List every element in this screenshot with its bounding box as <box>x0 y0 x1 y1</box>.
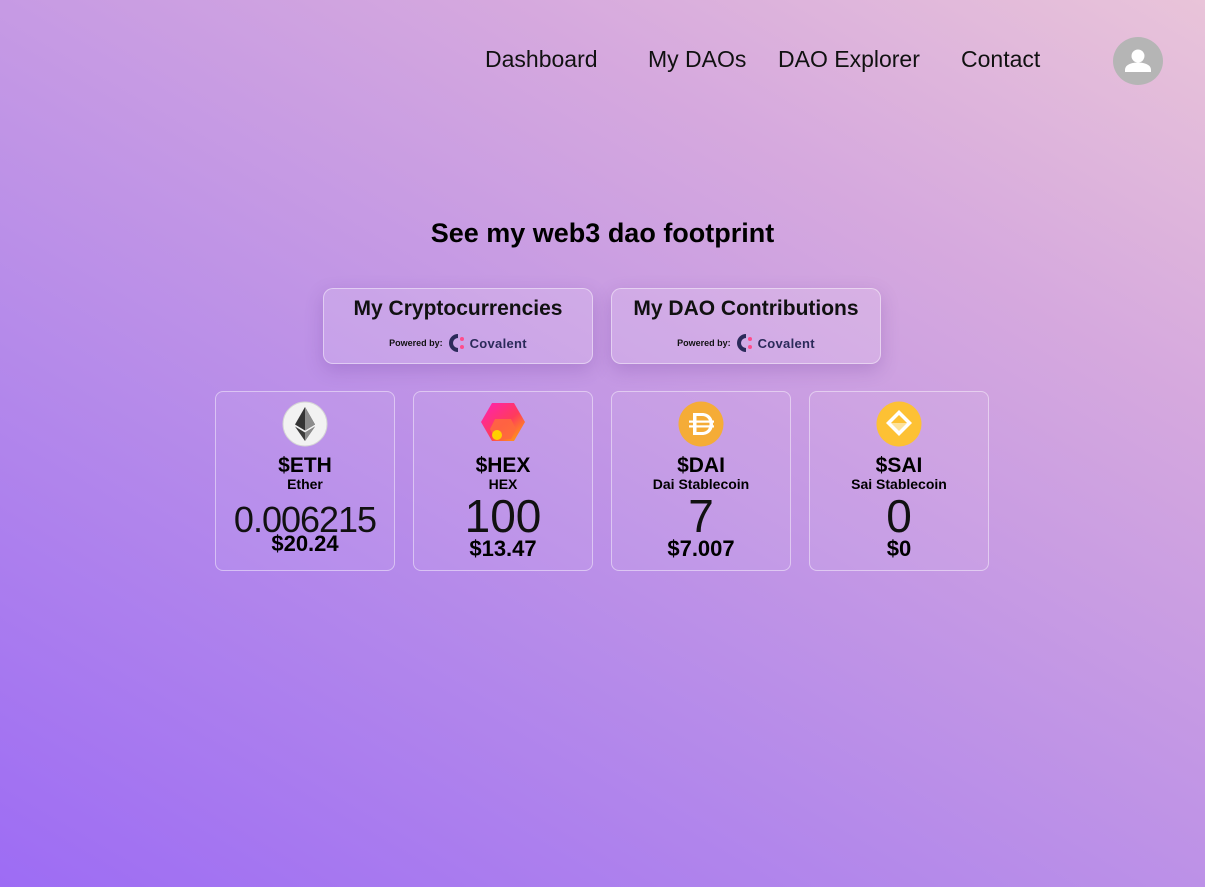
token-usd-value: $7.007 <box>667 536 735 561</box>
dai-icon <box>678 401 724 447</box>
covalent-wordmark: Covalent <box>469 335 527 351</box>
covalent-logo-icon <box>448 334 464 352</box>
token-symbol: $DAI <box>677 454 725 477</box>
token-card-hex[interactable]: $HEX HEX 100 $13.47 <box>413 391 593 571</box>
tab-title: My Cryptocurrencies <box>353 297 563 320</box>
token-symbol: $HEX <box>475 454 531 477</box>
covalent-wordmark: Covalent <box>757 335 815 351</box>
token-usd-value: $0 <box>886 536 912 561</box>
token-usd-value: $13.47 <box>469 536 537 561</box>
token-symbol: $ETH <box>278 454 332 477</box>
sai-icon <box>876 401 922 447</box>
nav-link-dao-explorer[interactable]: DAO Explorer <box>778 46 920 73</box>
token-balance: 0 <box>886 490 912 542</box>
nav-link-dashboard[interactable]: Dashboard <box>485 46 598 73</box>
token-card-sai[interactable]: $SAI Sai Stablecoin 0 $0 <box>809 391 989 571</box>
token-name: Ether <box>287 476 323 492</box>
token-balance: 7 <box>688 490 714 542</box>
user-avatar-button[interactable] <box>1113 37 1163 85</box>
nav-link-contact[interactable]: Contact <box>961 46 1040 73</box>
powered-by-label: Powered by: <box>677 338 731 348</box>
hex-icon <box>481 403 525 441</box>
token-usd-value: $20.24 <box>271 531 339 556</box>
token-card-dai[interactable]: $DAI Dai Stablecoin 7 $7.007 <box>611 391 791 571</box>
powered-by: Powered by: Covalent <box>324 333 592 353</box>
page-headline: See my web3 dao footprint <box>430 218 775 248</box>
tab-my-cryptocurrencies[interactable]: My Cryptocurrencies Powered by: Covalent <box>323 288 593 364</box>
token-balance: 100 <box>464 490 542 542</box>
powered-by-label: Powered by: <box>389 338 443 348</box>
ethereum-icon <box>282 401 328 447</box>
powered-by: Powered by: Covalent <box>612 333 880 353</box>
token-symbol: $SAI <box>875 454 923 477</box>
tab-my-dao-contributions[interactable]: My DAO Contributions Powered by: Covalen… <box>611 288 881 364</box>
top-navigation: Dashboard My DAOs DAO Explorer Contact <box>0 0 1205 124</box>
user-avatar-icon <box>1125 49 1151 72</box>
token-card-eth[interactable]: $ETH Ether 0.006215 $20.24 <box>215 391 395 571</box>
nav-link-my-daos[interactable]: My DAOs <box>648 46 746 73</box>
tab-title: My DAO Contributions <box>633 297 859 320</box>
covalent-logo-icon <box>736 334 752 352</box>
